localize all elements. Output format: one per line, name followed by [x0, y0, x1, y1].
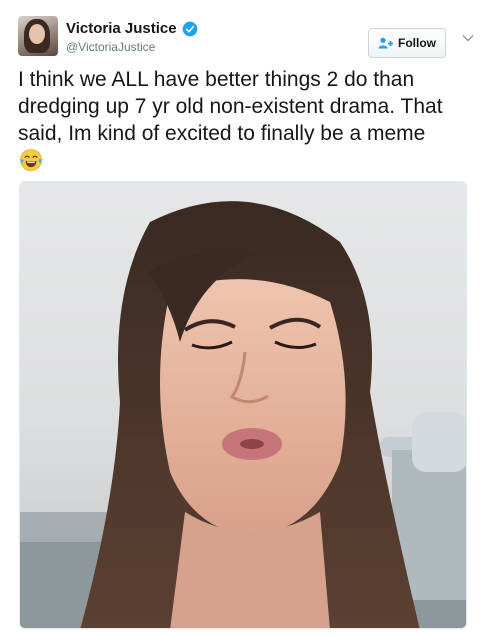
- tweet-header: Victoria Justice @VictoriaJustice Follow: [18, 16, 476, 64]
- tweet-text: I think we ALL have better things 2 do t…: [18, 68, 443, 145]
- face-with-tears-of-joy-icon: [20, 149, 42, 171]
- verified-badge-icon: [182, 21, 197, 36]
- selfie-photo-illustration: [20, 201, 466, 628]
- chevron-down-icon[interactable]: [462, 34, 474, 42]
- author-handle[interactable]: @VictoriaJustice: [66, 40, 155, 54]
- avatar[interactable]: [18, 16, 58, 56]
- author-name-row[interactable]: Victoria Justice: [66, 20, 198, 37]
- follow-button[interactable]: Follow: [368, 28, 446, 58]
- tweet-media-photo[interactable]: [19, 181, 467, 629]
- add-user-icon: [378, 37, 393, 49]
- author-name[interactable]: Victoria Justice: [66, 20, 177, 37]
- follow-label: Follow: [398, 36, 436, 50]
